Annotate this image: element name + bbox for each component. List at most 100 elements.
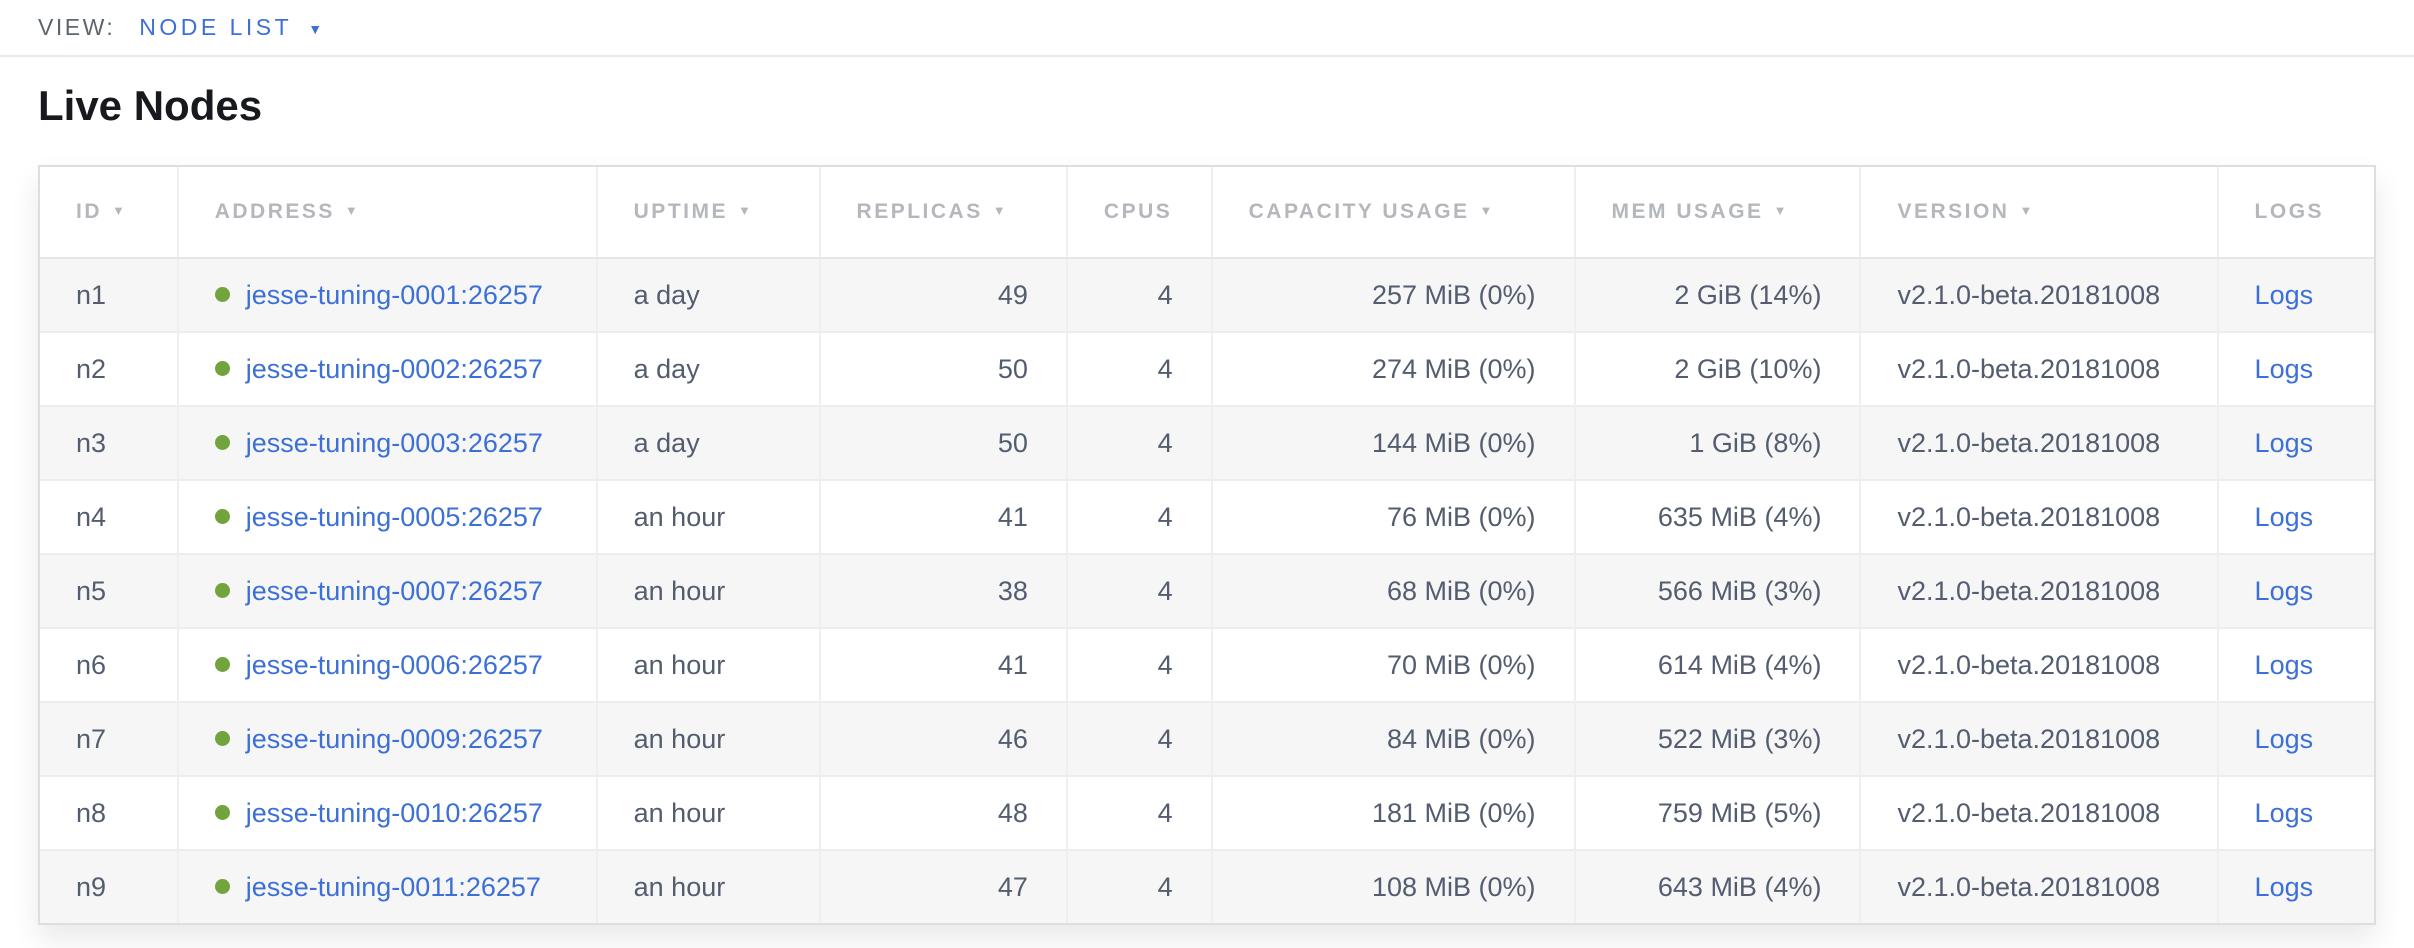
id-cell: n1 [40,258,178,332]
node-row-n2: n2jesse-tuning-0002:26257a day504274 MiB… [40,332,2374,406]
id-cell: n3 [40,406,178,480]
sort-desc-icon: ▼ [2019,203,2034,218]
logs-link[interactable]: Logs [2255,724,2314,754]
node-live-status-icon [215,583,230,598]
chevron-down-icon: ▼ [308,21,322,37]
capacity-cell: 76 MiB (0%) [1212,480,1575,554]
logs-link[interactable]: Logs [2255,576,2314,606]
uptime-cell: a day [597,258,820,332]
version-cell: v2.1.0-beta.20181008 [1860,776,2217,850]
view-label: VIEW: [38,14,115,41]
id-cell: n5 [40,554,178,628]
version-cell: v2.1.0-beta.20181008 [1860,332,2217,406]
node-address-link[interactable]: jesse-tuning-0001:26257 [246,280,543,310]
replicas-cell: 48 [820,776,1067,850]
node-address-link[interactable]: jesse-tuning-0003:26257 [246,428,543,458]
address-cell: jesse-tuning-0001:26257 [178,258,597,332]
mem-cell: 643 MiB (4%) [1575,850,1861,923]
mem-cell: 635 MiB (4%) [1575,480,1861,554]
column-label: ID [76,200,102,223]
capacity-cell: 84 MiB (0%) [1212,702,1575,776]
node-row-n3: n3jesse-tuning-0003:26257a day504144 MiB… [40,406,2374,480]
logs-link[interactable]: Logs [2255,650,2314,680]
column-header-capacity[interactable]: CAPACITY USAGE▼ [1212,167,1575,258]
replicas-cell: 49 [820,258,1067,332]
node-live-status-icon [215,287,230,302]
capacity-cell: 144 MiB (0%) [1212,406,1575,480]
logs-link[interactable]: Logs [2255,872,2314,902]
node-address-link[interactable]: jesse-tuning-0005:26257 [246,502,543,532]
id-cell: n8 [40,776,178,850]
sort-desc-icon: ▼ [345,203,360,218]
node-address-link[interactable]: jesse-tuning-0007:26257 [246,576,543,606]
cpus-cell: 4 [1067,850,1212,923]
node-address-link[interactable]: jesse-tuning-0006:26257 [246,650,543,680]
uptime-cell: an hour [597,702,820,776]
capacity-cell: 274 MiB (0%) [1212,332,1575,406]
page-title: Live Nodes [38,83,2414,129]
column-label: ADDRESS [215,200,335,223]
node-row-n4: n4jesse-tuning-0005:26257an hour41476 Mi… [40,480,2374,554]
live-nodes-table: ID▼ADDRESS▼UPTIME▼REPLICAS▼CPUSCAPACITY … [38,165,2376,925]
capacity-cell: 108 MiB (0%) [1212,850,1575,923]
replicas-cell: 50 [820,332,1067,406]
column-header-logs: LOGS [2218,167,2374,258]
column-header-replicas[interactable]: REPLICAS▼ [820,167,1067,258]
address-cell: jesse-tuning-0009:26257 [178,702,597,776]
cpus-cell: 4 [1067,332,1212,406]
column-header-mem[interactable]: MEM USAGE ▼ [1575,167,1861,258]
logs-cell: Logs [2218,332,2374,406]
replicas-cell: 41 [820,480,1067,554]
column-header-address[interactable]: ADDRESS ▼ [178,167,597,258]
cpus-cell: 4 [1067,628,1212,702]
node-live-status-icon [215,805,230,820]
node-address-link[interactable]: jesse-tuning-0009:26257 [246,724,543,754]
column-label: UPTIME [634,200,728,223]
node-live-status-icon [215,879,230,894]
column-header-uptime[interactable]: UPTIME ▼ [597,167,820,258]
node-row-n8: n8jesse-tuning-0010:26257an hour484181 M… [40,776,2374,850]
column-header-id[interactable]: ID ▼ [40,167,178,258]
column-label: CAPACITY USAGE [1249,200,1470,223]
node-live-status-icon [215,731,230,746]
logs-cell: Logs [2218,702,2374,776]
node-address-link[interactable]: jesse-tuning-0002:26257 [246,354,543,384]
node-live-status-icon [215,435,230,450]
column-label: VERSION [1897,200,2009,223]
uptime-cell: an hour [597,628,820,702]
replicas-cell: 38 [820,554,1067,628]
column-label: MEM USAGE [1612,200,1764,223]
capacity-cell: 70 MiB (0%) [1212,628,1575,702]
sort-desc-icon: ▼ [1774,203,1789,218]
sort-desc-icon: ▼ [738,203,753,218]
mem-cell: 759 MiB (5%) [1575,776,1861,850]
logs-cell: Logs [2218,554,2374,628]
capacity-cell: 68 MiB (0%) [1212,554,1575,628]
view-selector-dropdown[interactable]: NODE LIST ▼ [139,14,322,41]
sort-desc-icon: ▼ [112,203,127,218]
sort-desc-icon: ▼ [993,203,1008,218]
logs-cell: Logs [2218,776,2374,850]
id-cell: n7 [40,702,178,776]
logs-link[interactable]: Logs [2255,428,2314,458]
address-cell: jesse-tuning-0003:26257 [178,406,597,480]
node-live-status-icon [215,361,230,376]
node-row-n7: n7jesse-tuning-0009:26257an hour46484 Mi… [40,702,2374,776]
node-address-link[interactable]: jesse-tuning-0010:26257 [246,798,543,828]
cpus-cell: 4 [1067,776,1212,850]
version-cell: v2.1.0-beta.20181008 [1860,480,2217,554]
logs-link[interactable]: Logs [2255,798,2314,828]
logs-link[interactable]: Logs [2255,280,2314,310]
node-row-n5: n5jesse-tuning-0007:26257an hour38468 Mi… [40,554,2374,628]
address-cell: jesse-tuning-0005:26257 [178,480,597,554]
column-header-version[interactable]: VERSION ▼ [1860,167,2217,258]
logs-cell: Logs [2218,480,2374,554]
logs-link[interactable]: Logs [2255,354,2314,384]
view-selected-value: NODE LIST [139,14,292,41]
node-address-link[interactable]: jesse-tuning-0011:26257 [246,872,541,902]
node-row-n1: n1jesse-tuning-0001:26257a day494257 MiB… [40,258,2374,332]
logs-link[interactable]: Logs [2255,502,2314,532]
replicas-cell: 41 [820,628,1067,702]
logs-cell: Logs [2218,258,2374,332]
mem-cell: 566 MiB (3%) [1575,554,1861,628]
